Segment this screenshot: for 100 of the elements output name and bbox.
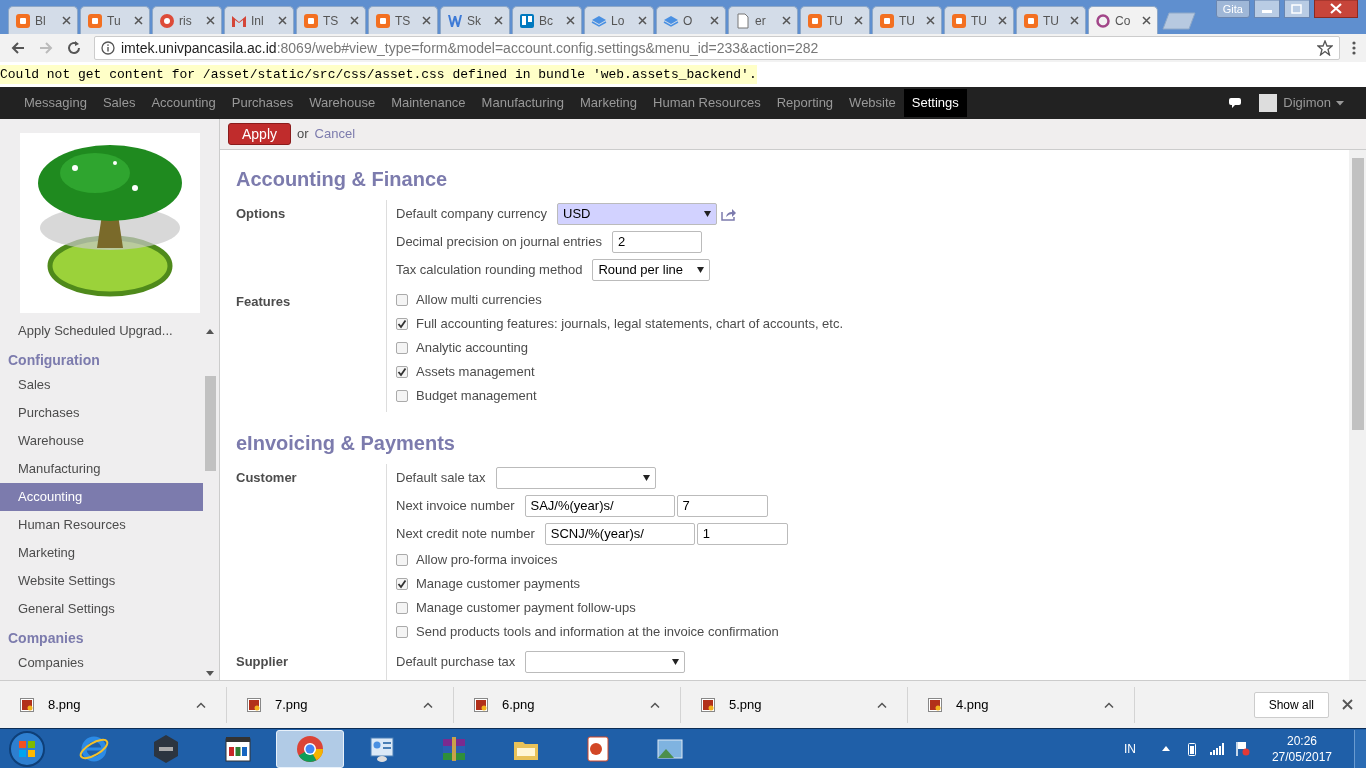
user-menu[interactable]: Digimon	[1283, 93, 1331, 113]
checkbox[interactable]	[396, 366, 408, 378]
browser-tab[interactable]: TU	[800, 6, 870, 34]
sidebar-item[interactable]: Purchases	[0, 399, 203, 427]
sidebar-item[interactable]: Accounting	[0, 483, 203, 511]
address-bar[interactable]: imtek.univpancasila.ac.id:8069/web#view_type=form&model=account.config.settings&menu_id=233&action=282	[94, 36, 1340, 60]
checkbox[interactable]	[396, 294, 408, 306]
menu-item[interactable]: Accounting	[143, 89, 224, 117]
sidebar-item[interactable]: Sales	[0, 371, 203, 399]
browser-tab[interactable]: Bl	[8, 6, 78, 34]
menu-item[interactable]: Warehouse	[301, 89, 384, 117]
browser-tab[interactable]: TU	[1016, 6, 1086, 34]
image-file-icon	[247, 697, 261, 712]
input-field[interactable]: 2	[611, 231, 702, 253]
menu-item[interactable]: Purchases	[223, 89, 302, 117]
dropdown-icon	[697, 267, 705, 273]
browser-tab[interactable]: TU	[944, 6, 1014, 34]
browser-tab[interactable]: Co	[1088, 6, 1158, 34]
browser-tab[interactable]: Bc	[512, 6, 582, 34]
close-icon	[782, 16, 791, 25]
browser-tab[interactable]: TS	[296, 6, 366, 34]
image-file-icon	[20, 697, 34, 712]
sidebar-heading[interactable]: Configuration	[0, 345, 203, 371]
menu-item[interactable]: Maintenance	[383, 89, 474, 117]
menu-item[interactable]: Settings	[903, 89, 967, 117]
group-label: Features	[236, 293, 292, 311]
sidebar-item[interactable]: Website Settings	[0, 567, 203, 595]
show-desktop-button[interactable]	[1354, 729, 1366, 768]
checkbox-label: Manage customer payment follow-ups	[416, 599, 636, 618]
download-item[interactable]: 5.png	[729, 694, 762, 715]
checkbox-label: Send products tools and information at the invoice confirmation	[416, 623, 779, 642]
checkbox[interactable]	[396, 626, 408, 638]
browser-tab[interactable]: Inl	[224, 6, 294, 34]
restore-icon	[1284, 0, 1310, 18]
info-icon	[101, 41, 115, 55]
close-icon	[134, 16, 143, 25]
site-icon	[879, 12, 895, 29]
field-label: Default purchase tax	[396, 653, 516, 671]
browser-tab[interactable]: TS	[368, 6, 438, 34]
apply-button[interactable]: Apply	[228, 123, 292, 145]
input-field[interactable]: SCNJ/%(year)s/	[544, 523, 695, 545]
warning-message: Could not get content for /asset/static/src/css/asset.css defined in bundle 'web.assets_backend'.	[0, 64, 757, 85]
download-item[interactable]: 7.png	[275, 694, 308, 715]
select-field[interactable]	[525, 651, 686, 673]
sidebar-item[interactable]: Human Resources	[0, 511, 203, 539]
checkbox[interactable]	[396, 318, 408, 330]
browser-tab[interactable]: Lo	[584, 6, 654, 34]
checkbox[interactable]	[396, 554, 408, 566]
sidebar-item[interactable]: Warehouse	[0, 427, 203, 455]
site-icon	[519, 12, 535, 29]
checkbox[interactable]	[396, 578, 408, 590]
download-item[interactable]: 6.png	[502, 694, 535, 715]
clock-time[interactable]: 20:26	[1286, 732, 1317, 749]
menu-item[interactable]: Website	[841, 89, 904, 117]
taskbar-app-button[interactable]	[276, 729, 344, 768]
menu-item[interactable]: Human Resources	[645, 89, 769, 117]
show-all-button[interactable]: Show all	[1253, 691, 1329, 718]
sidebar-item[interactable]: Companies	[0, 649, 203, 677]
chevron-up-icon	[423, 701, 433, 708]
browser-tab[interactable]: Sk	[440, 6, 510, 34]
language-indicator[interactable]: IN	[1123, 739, 1136, 758]
input-field[interactable]: SAJ/%(year)s/	[524, 495, 675, 517]
scrollbar-thumb[interactable]	[1351, 158, 1364, 430]
cancel-link[interactable]: Cancel	[314, 124, 356, 144]
image-file-icon	[928, 697, 942, 712]
scrollbar-thumb[interactable]	[204, 376, 216, 471]
select-field[interactable]: Round per line	[592, 259, 711, 281]
dropdown-icon	[642, 475, 650, 481]
group-label: Customer	[236, 469, 298, 487]
checkbox[interactable]	[396, 602, 408, 614]
browser-tab[interactable]: Tu	[80, 6, 150, 34]
browser-tab[interactable]: er	[728, 6, 798, 34]
sidebar-item[interactable]: Apply Scheduled Upgrad...	[0, 317, 203, 345]
sidebar-item[interactable]: Marketing	[0, 539, 203, 567]
checkbox[interactable]	[396, 390, 408, 402]
site-icon	[159, 12, 175, 29]
browser-tab[interactable]: TU	[872, 6, 942, 34]
select-field[interactable]: USD	[557, 203, 717, 225]
download-item[interactable]: 4.png	[956, 694, 989, 715]
sidebar-item[interactable]: General Settings	[0, 595, 203, 623]
sidebar-item[interactable]: Manufacturing	[0, 455, 203, 483]
input-field[interactable]: 1	[696, 523, 788, 545]
field-label: Next invoice number	[396, 497, 515, 515]
checkbox[interactable]	[396, 342, 408, 354]
clock-date[interactable]: 27/05/2017	[1271, 748, 1332, 765]
select-field[interactable]	[495, 467, 656, 489]
menu-item[interactable]: Messaging	[16, 89, 95, 117]
browser-tab[interactable]: O	[656, 6, 726, 34]
checkbox-label: Manage customer payments	[416, 575, 581, 594]
menu-item[interactable]: Manufacturing	[473, 89, 572, 117]
field-label: Tax calculation rounding method	[396, 261, 583, 279]
checkbox-label: Budget management	[416, 387, 537, 406]
sidebar-heading[interactable]: Companies	[0, 623, 203, 649]
menu-item[interactable]: Reporting	[768, 89, 842, 117]
site-icon	[375, 12, 391, 29]
download-item[interactable]: 8.png	[48, 694, 81, 715]
browser-tab[interactable]: ris	[152, 6, 222, 34]
menu-item[interactable]: Marketing	[572, 89, 646, 117]
menu-item[interactable]: Sales	[94, 89, 144, 117]
input-field[interactable]: 7	[676, 495, 768, 517]
